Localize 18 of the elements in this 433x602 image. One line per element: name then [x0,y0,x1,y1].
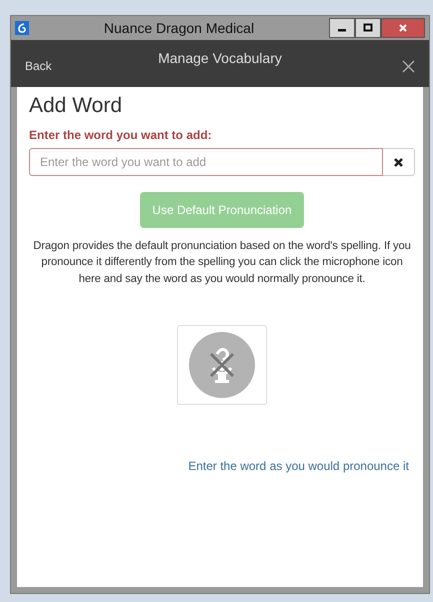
close-icon [398,23,408,33]
page-title: Manage Vocabulary [158,49,282,68]
close-button[interactable] [381,18,425,38]
description-text: Dragon provides the default pronunciation based on the word's spelling. If you pronounce it differently from the spelling you can click the microphone icon here and say the word as you would normally pronounce it. [32,239,412,287]
field-label: Enter the word you want to add: [29,127,213,144]
back-link[interactable]: Back [25,57,52,75]
heading: Add Word [29,93,123,118]
app-icon [15,21,29,35]
window-title: Nuance Dragon Medical [102,18,256,38]
minimize-button[interactable] [329,18,355,38]
clear-button[interactable] [383,148,415,176]
microphone-icon [189,332,255,398]
word-input-field[interactable]: Enter the word you want to add [29,148,383,176]
hint-text: Enter the word as you would pronounce it [188,458,409,473]
close-icon[interactable] [402,60,415,73]
maximize-button[interactable] [355,18,381,38]
maximize-icon [363,23,373,33]
clear-icon [393,156,404,168]
